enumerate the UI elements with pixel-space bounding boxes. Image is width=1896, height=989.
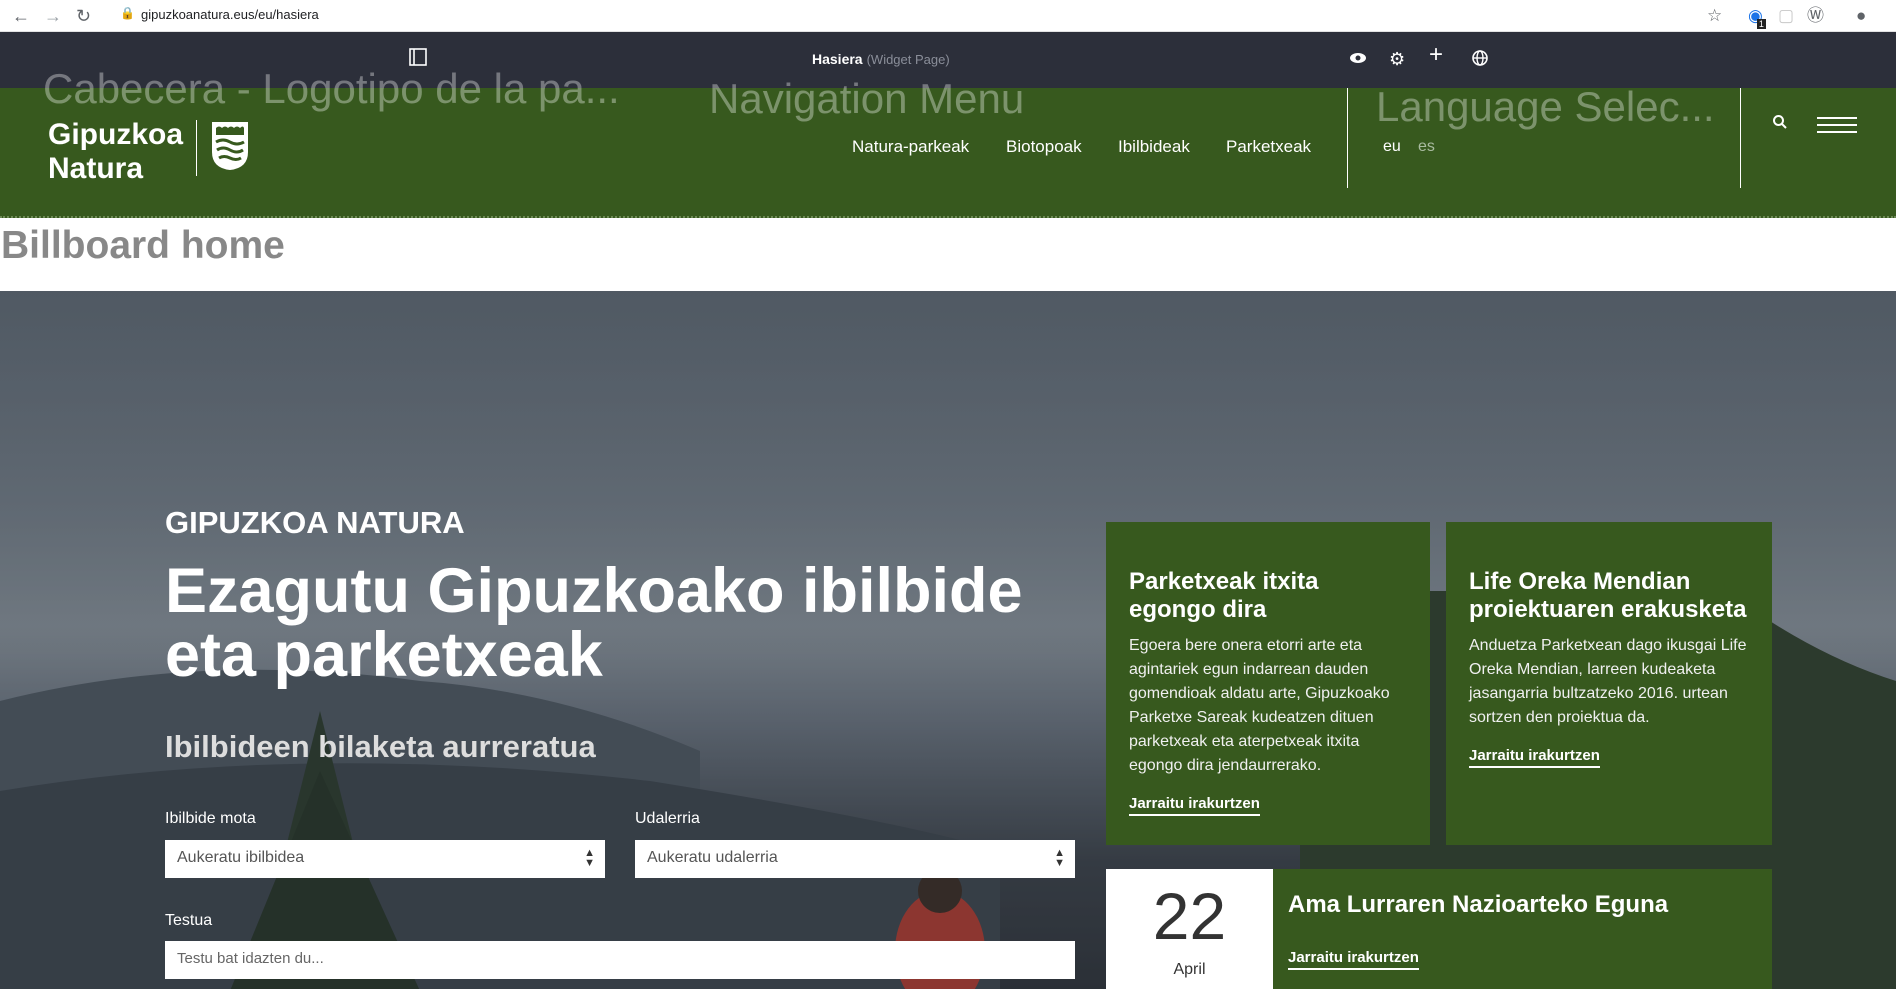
nav-natura-parkeak[interactable]: Natura-parkeak [852,137,969,157]
widget-label-logo: Cabecera - Logotipo de la pa... [43,65,620,112]
widget-label-navigation: Navigation Menu [709,75,1025,122]
event-title: Ama Lurraren Nazioarteko Eguna [1288,891,1669,918]
add-plus-icon[interactable]: + [1429,43,1443,67]
search-icon[interactable] [1772,114,1788,135]
event-date: 22 April [1106,869,1273,989]
reload-icon[interactable]: ↻ [76,4,91,28]
header-divider [1740,88,1741,188]
settings-gear-icon[interactable]: ⚙ [1389,49,1405,69]
read-more-link[interactable]: Jarraitu irakurtzen [1469,747,1600,768]
billboard-widget-label: Billboard home [1,224,285,267]
site-logo[interactable]: Gipuzkoa Natura [48,118,183,186]
logo-divider [196,120,197,176]
news-card-title: Life Oreka Mendian proiektuaren erakuske… [1469,568,1747,623]
event-day: 22 [1152,879,1227,953]
nav-parketxeak[interactable]: Parketxeak [1226,137,1311,157]
translate-extension-icon[interactable]: ◉1 [1748,5,1772,29]
municipality-label: Udalerria [635,810,700,827]
language-es[interactable]: es [1418,138,1435,156]
hero-eyebrow: GIPUZKOA NATURA [165,505,465,540]
hero-section: GIPUZKOA NATURA Ezagutu Gipuzkoako ibilb… [0,291,1896,989]
extension-badge: 1 [1756,19,1766,29]
news-card-title: Parketxeak itxita egongo dira [1129,568,1319,623]
hero-title: Ezagutu Gipuzkoako ibilbide eta parketxe… [165,556,1023,690]
municipality-select[interactable]: Aukeratu udalerria ▲ ▼ [635,840,1075,878]
nav-ibilbideak[interactable]: Ibilbideak [1118,137,1190,157]
gipuzkoa-shield-logo [212,122,248,170]
logo-line-1: Gipuzkoa [48,118,184,151]
language-eu[interactable]: eu [1383,138,1401,156]
preview-eye-icon[interactable] [1349,49,1367,71]
route-type-select[interactable]: Aukeratu ibilbidea ▲ ▼ [165,840,605,878]
globe-icon[interactable] [1471,49,1489,71]
event-card[interactable]: Ama Lurraren Nazioarteko Eguna Jarraitu … [1273,869,1772,989]
read-more-link[interactable]: Jarraitu irakurtzen [1288,949,1419,970]
back-icon[interactable]: ← [12,4,30,28]
municipality-value: Aukeratu udalerria [647,849,778,866]
route-type-label: Ibilbide mota [165,810,256,827]
hamburger-menu-icon[interactable] [1817,117,1857,138]
profile-icon[interactable]: ● [1856,5,1866,27]
read-more-link[interactable]: Jarraitu irakurtzen [1129,795,1260,816]
nav-biotopoak[interactable]: Biotopoak [1006,137,1082,157]
news-card[interactable]: Life Oreka Mendian proiektuaren erakuske… [1446,522,1772,845]
news-card[interactable]: Parketxeak itxita egongo dira Egoera ber… [1106,522,1430,845]
text-search-input[interactable]: Testu bat idazten du... [165,941,1075,979]
news-card-body: Anduetza Parketxean dago ikusgai Life Or… [1469,637,1747,726]
wordpress-extension-icon[interactable]: Ⓦ [1807,5,1824,27]
extension-icon[interactable]: ▢ [1778,5,1794,27]
lock-icon: 🔒 [120,6,135,20]
route-search-heading: Ibilbideen bilaketa aurreratua [165,729,596,764]
widget-label-language: Language Selec... [1376,83,1715,130]
browser-toolbar: ← → ↻ 🔒 gipuzkoanatura.eus/eu/hasiera ☆ … [0,0,1896,32]
page-title: Hasiera (Widget Page) [812,51,950,67]
event-month: April [1173,961,1206,978]
header-divider [1347,88,1348,188]
route-type-value: Aukeratu ibilbidea [177,849,305,866]
text-label: Testua [165,912,213,929]
page-type: (Widget Page) [866,52,950,67]
bookmark-star-icon[interactable]: ☆ [1707,5,1722,27]
forward-icon[interactable]: → [44,4,62,28]
news-card-body: Egoera bere onera etorri arte eta aginta… [1129,637,1390,774]
address-bar[interactable]: gipuzkoanatura.eus/eu/hasiera [141,7,319,22]
site-header: Cabecera - Logotipo de la pa... Navigati… [0,68,1896,218]
select-arrows-icon: ▲ ▼ [1054,847,1065,869]
logo-line-2: Natura [48,152,144,185]
select-arrows-icon: ▲ ▼ [584,847,595,869]
